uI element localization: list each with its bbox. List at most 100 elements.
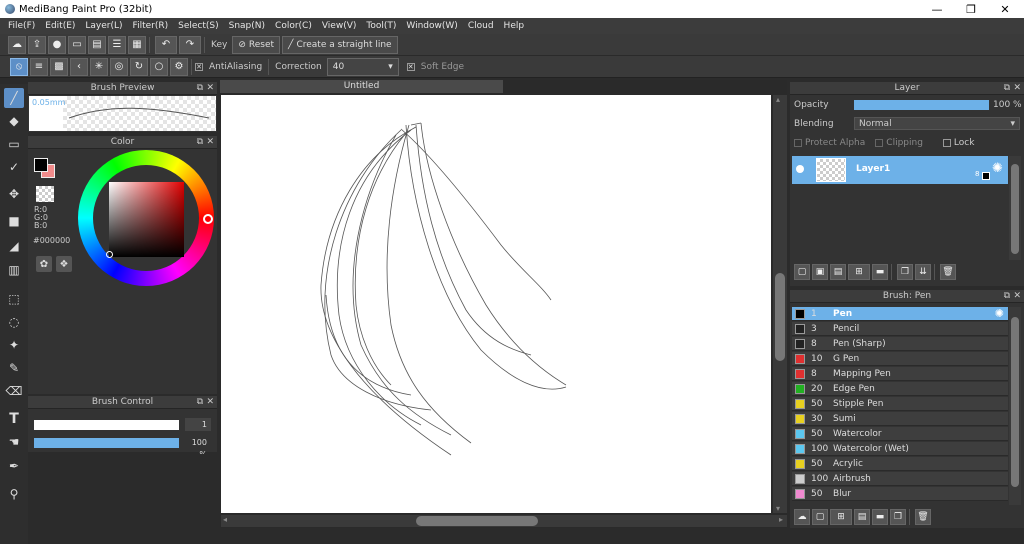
ring-icon[interactable]: ○ <box>150 57 168 76</box>
comment-icon[interactable]: ● <box>48 35 66 54</box>
move-tool-icon[interactable]: ✥ <box>4 184 24 204</box>
select-eraser-tool-icon[interactable]: ⌫ <box>4 381 24 401</box>
reset-button[interactable]: ⊘ Reset <box>232 35 281 54</box>
blending-select[interactable]: Normal ▾ <box>854 117 1020 130</box>
transparent-color-swatch[interactable] <box>36 186 54 202</box>
vertical-scrollbar[interactable]: ▴ ▾ <box>773 95 787 513</box>
size-value[interactable]: 1 <box>185 418 211 431</box>
protect-alpha-checkbox[interactable] <box>794 138 802 147</box>
new-brush-icon[interactable]: ▢ <box>812 509 828 525</box>
rectangle-tool-icon[interactable]: ▭ <box>4 134 24 154</box>
scroll-down-icon[interactable]: ▾ <box>776 504 780 513</box>
brush-copy-icon[interactable]: ▤ <box>854 509 870 525</box>
brush-scrollbar[interactable] <box>1009 307 1021 505</box>
popout-icon[interactable]: ⧉ <box>197 83 203 93</box>
magic-wand-tool-icon[interactable]: ✦ <box>4 335 24 355</box>
menu-help[interactable]: Help <box>500 21 529 31</box>
brush-item[interactable]: 3 Pencil <box>792 322 1008 336</box>
delete-brush-icon[interactable]: 🗑 <box>915 509 931 525</box>
brush-item[interactable]: 50 Stipple Pen <box>792 397 1008 411</box>
new-8bit-layer-icon[interactable]: ▤ <box>830 264 846 280</box>
select-pen-tool-icon[interactable]: ✎ <box>4 358 24 378</box>
pen-shape-icon[interactable]: ⦸ <box>10 57 28 76</box>
merge-layer-icon[interactable]: ⇊ <box>915 264 931 280</box>
close-icon[interactable]: ✕ <box>1013 291 1021 301</box>
brush-item[interactable]: 8 Pen (Sharp) <box>792 337 1008 351</box>
text-tool-icon[interactable]: T <box>4 409 24 429</box>
scroll-left-icon[interactable]: ◂ <box>223 515 227 524</box>
menu-window[interactable]: Window(W) <box>402 21 461 31</box>
lasso-tool-icon[interactable]: ◌ <box>4 312 24 332</box>
soft-edge-checkbox[interactable]: ✕ <box>406 62 415 71</box>
minimize-button[interactable]: — <box>920 0 954 18</box>
dropper-tool-icon[interactable]: ✒ <box>4 456 24 476</box>
scroll-right-icon[interactable]: ▸ <box>779 515 783 524</box>
close-icon[interactable]: ✕ <box>1013 83 1021 93</box>
grid-icon[interactable]: ▦ <box>128 35 146 54</box>
brush-item[interactable]: 30 Sumi <box>792 412 1008 426</box>
brush-item[interactable]: 10 G Pen <box>792 352 1008 366</box>
layer-row[interactable]: Layer1 8 ✺ <box>792 156 1008 184</box>
message-icon[interactable]: ▭ <box>68 35 86 54</box>
horizontal-scroll-thumb[interactable] <box>416 516 538 526</box>
undo-icon[interactable]: ↶ <box>155 35 177 54</box>
new-halftone-layer-icon[interactable]: ▣ <box>812 264 828 280</box>
layer-scrollbar[interactable] <box>1009 156 1021 260</box>
popout-icon[interactable]: ⧉ <box>1004 83 1010 93</box>
menu-layer[interactable]: Layer(L) <box>81 21 126 31</box>
redo-icon[interactable]: ↷ <box>179 35 201 54</box>
curve-icon[interactable]: ↻ <box>130 57 148 76</box>
menu-view[interactable]: View(V) <box>318 21 361 31</box>
popout-icon[interactable]: ⧉ <box>197 137 203 147</box>
menu-cloud[interactable]: Cloud <box>464 21 498 31</box>
delete-layer-icon[interactable]: 🗑 <box>940 264 956 280</box>
menu-file[interactable]: File(F) <box>4 21 39 31</box>
visibility-icon[interactable] <box>796 165 804 173</box>
menu-filter[interactable]: Filter(R) <box>129 21 173 31</box>
select-tool-icon[interactable]: ⬚ <box>4 289 24 309</box>
menu-snap[interactable]: Snap(N) <box>225 21 269 31</box>
menu-edit[interactable]: Edit(E) <box>41 21 79 31</box>
popout-icon[interactable]: ⧉ <box>1004 291 1010 301</box>
maximize-button[interactable]: ❐ <box>954 0 988 18</box>
brush-item[interactable]: 1 Pen ✺ <box>792 307 1008 321</box>
close-icon[interactable]: ✕ <box>206 83 214 93</box>
brush-item[interactable]: 8 Mapping Pen <box>792 367 1008 381</box>
brush-folder-icon[interactable]: ▬ <box>872 509 888 525</box>
new-layer-icon[interactable]: ▢ <box>794 264 810 280</box>
saturation-value-square[interactable] <box>109 182 184 257</box>
menu-select[interactable]: Select(S) <box>174 21 223 31</box>
brush-settings-icon[interactable]: ✺ <box>995 307 1004 320</box>
size-slider[interactable] <box>34 420 179 430</box>
layer-settings-icon[interactable]: ✺ <box>992 161 1003 176</box>
drawing-canvas[interactable] <box>221 95 771 513</box>
duplicate-brush-icon[interactable]: ❐ <box>890 509 906 525</box>
vertical-scroll-thumb[interactable] <box>775 273 785 361</box>
bucket-tool-icon[interactable]: ◢ <box>4 236 24 256</box>
scroll-up-icon[interactable]: ▴ <box>776 95 780 104</box>
add-brush-menu-icon[interactable]: ⊞ <box>830 509 852 525</box>
eraser-tool-icon[interactable]: ◆ <box>4 111 24 131</box>
folder-icon[interactable]: ▬ <box>872 264 888 280</box>
lock-checkbox[interactable] <box>942 138 951 147</box>
color-picker-icon[interactable]: ❖ <box>56 256 72 272</box>
lines-icon[interactable]: ≡ <box>30 57 48 76</box>
brush-item[interactable]: 100 Watercolor (Wet) <box>792 442 1008 456</box>
horizontal-scrollbar[interactable]: ◂ ▸ <box>221 515 787 527</box>
palette-icon[interactable]: ✿ <box>36 256 52 272</box>
gradient-tool-icon[interactable]: ▥ <box>4 260 24 280</box>
color-handle[interactable] <box>106 251 113 258</box>
brush-cloud-icon[interactable]: ☁ <box>794 509 810 525</box>
angle-icon[interactable]: ‹ <box>70 57 88 76</box>
eyedropper-tool-icon[interactable]: ⚲ <box>4 484 24 504</box>
settings-icon[interactable]: ⚙ <box>170 57 188 76</box>
close-button[interactable]: ✕ <box>988 0 1022 18</box>
hand-tool-icon[interactable]: ☚ <box>4 432 24 452</box>
document-tab[interactable]: Untitled <box>220 80 503 93</box>
circle-icon[interactable]: ◎ <box>110 57 128 76</box>
close-icon[interactable]: ✕ <box>206 397 214 407</box>
clipping-checkbox[interactable] <box>875 138 884 147</box>
dot-tool-icon[interactable]: ✓ <box>4 157 24 177</box>
layer-opacity-slider[interactable] <box>854 99 989 110</box>
cloud-icon[interactable]: ☁ <box>8 35 26 54</box>
